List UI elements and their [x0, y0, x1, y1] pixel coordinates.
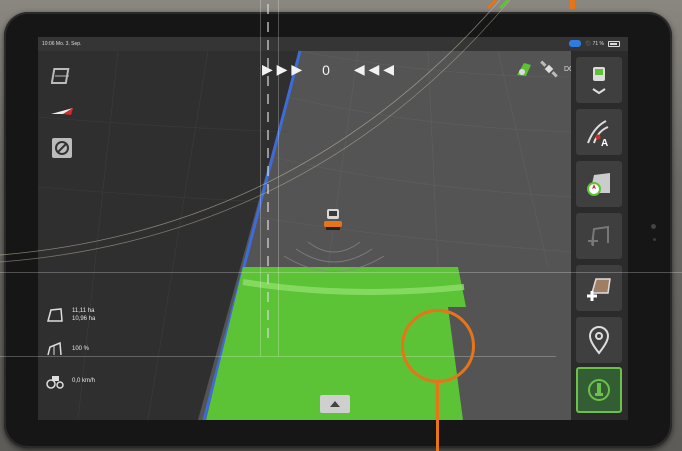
- overlay-curves: [0, 0, 511, 340]
- callout-marker-top: [570, 0, 575, 9]
- callout-ring: [401, 309, 475, 383]
- callout-stem: [436, 382, 439, 451]
